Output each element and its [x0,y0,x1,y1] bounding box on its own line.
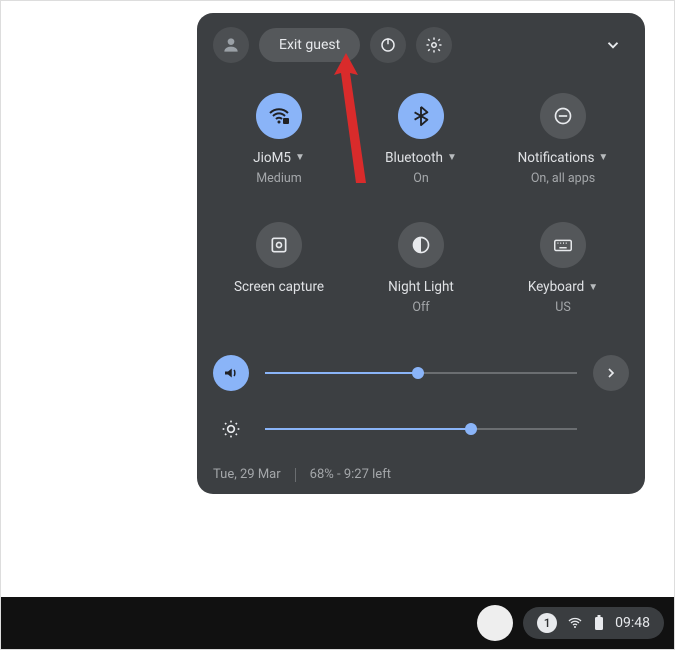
screen-capture-tile[interactable]: Screen capture [213,222,345,315]
power-icon [379,36,397,54]
keyboard-icon-button[interactable] [540,222,586,268]
brightness-button[interactable] [213,411,249,447]
person-icon [221,35,241,55]
quick-tiles-grid: JioM5▼ Medium Bluetooth▼ On [213,93,629,315]
taskbar-time: 09:48 [615,615,650,631]
taskbar: 1 09:48 [1,597,674,649]
panel-footer: Tue, 29 Mar 68% - 9:27 left [213,467,629,482]
volume-row [213,355,629,391]
settings-button[interactable] [416,27,452,63]
exit-guest-button[interactable]: Exit guest [259,28,360,62]
caret-icon: ▼ [588,281,598,295]
system-tray[interactable]: 1 09:48 [523,607,664,639]
wifi-label[interactable]: JioM5▼ [253,149,305,167]
wifi-lock-icon [267,104,291,128]
power-button[interactable] [370,27,406,63]
panel-header: Exit guest [213,27,629,63]
guest-avatar[interactable] [213,27,249,63]
night-light-sub: Off [412,300,429,315]
footer-divider [295,468,296,482]
capture-icon [269,235,289,255]
wifi-status-icon [567,615,583,631]
keyboard-icon [552,234,574,256]
night-light-icon [411,235,431,255]
quick-settings-panel: Exit guest [197,13,645,494]
caret-icon: ▼ [295,151,305,165]
bluetooth-sub: On [413,171,429,186]
volume-button[interactable] [213,355,249,391]
notifications-tile[interactable]: Notifications▼ On, all apps [497,93,629,186]
notification-count-badge: 1 [537,613,557,633]
keyboard-sub: US [555,300,571,315]
notifications-sub: On, all apps [531,171,595,186]
bluetooth-icon [410,105,432,127]
brightness-icon [221,419,241,439]
bluetooth-tile[interactable]: Bluetooth▼ On [355,93,487,186]
bluetooth-icon-button[interactable] [398,93,444,139]
brightness-fill [265,428,471,430]
night-light-icon-button[interactable] [398,222,444,268]
volume-fill [265,372,418,374]
brightness-row [213,411,629,447]
bluetooth-label[interactable]: Bluetooth▼ [385,149,457,167]
caret-icon: ▼ [598,151,608,165]
chevron-down-icon [604,36,622,54]
taskbar-app-icon[interactable] [477,605,513,641]
volume-thumb[interactable] [412,367,424,379]
keyboard-label[interactable]: Keyboard▼ [528,278,598,296]
notifications-label[interactable]: Notifications▼ [518,149,609,167]
volume-icon [222,364,240,382]
wifi-sub: Medium [256,171,301,186]
brightness-slider[interactable] [265,428,577,430]
chevron-right-icon [603,365,619,381]
notifications-icon-button[interactable] [540,93,586,139]
footer-date: Tue, 29 Mar [213,467,281,482]
collapse-button[interactable] [597,29,629,61]
screen-capture-label: Screen capture [234,278,324,296]
wifi-tile[interactable]: JioM5▼ Medium [213,93,345,186]
dnd-icon [553,106,573,126]
battery-status-icon [593,615,605,631]
screen-capture-icon-button[interactable] [256,222,302,268]
caret-icon: ▼ [447,151,457,165]
audio-settings-button[interactable] [593,355,629,391]
wifi-icon[interactable] [256,93,302,139]
night-light-label: Night Light [388,278,454,296]
footer-battery: 68% - 9:27 left [310,467,391,482]
keyboard-tile[interactable]: Keyboard▼ US [497,222,629,315]
night-light-tile[interactable]: Night Light Off [355,222,487,315]
brightness-thumb[interactable] [465,423,477,435]
volume-slider[interactable] [265,372,577,374]
gear-icon [425,36,443,54]
